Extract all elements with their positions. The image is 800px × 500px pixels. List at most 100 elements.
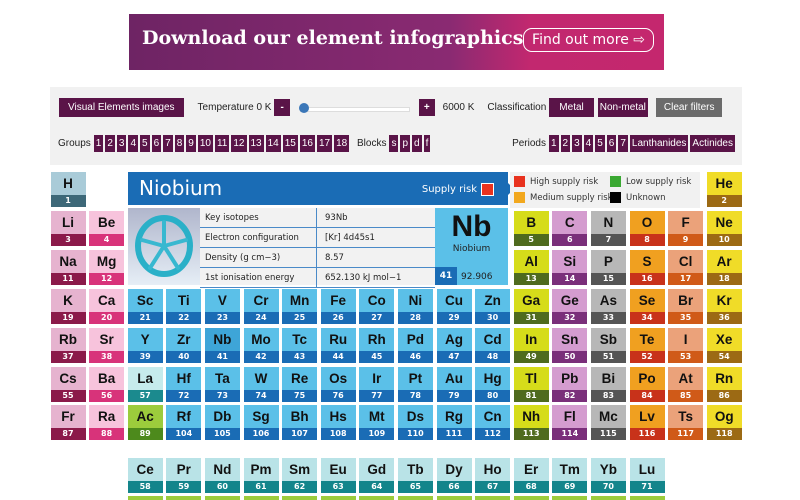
element-cell-xe[interactable]: Xe 54: [706, 327, 742, 363]
element-cell-ce[interactable]: Ce 58: [127, 458, 163, 493]
element-cell-mg[interactable]: Mg 12: [89, 249, 125, 285]
element-cell-v[interactable]: V 23: [204, 288, 240, 324]
period-filter-button[interactable]: 1: [548, 135, 559, 152]
element-cell-tl[interactable]: Tl 81: [513, 366, 549, 402]
element-cell-ni[interactable]: Ni 28: [397, 288, 433, 324]
actinide-cell[interactable]: [166, 496, 202, 500]
element-cell-gd[interactable]: Gd 64: [359, 458, 395, 493]
element-cell-nd[interactable]: Nd 60: [204, 458, 240, 493]
element-cell-f[interactable]: F9: [668, 210, 704, 246]
block-filter-button[interactable]: s: [389, 135, 399, 152]
element-cell-yb[interactable]: Yb 70: [590, 458, 626, 493]
group-filter-button[interactable]: 11: [214, 135, 230, 152]
element-cell-zr[interactable]: Zr 40: [166, 327, 202, 363]
element-cell-at[interactable]: At 85: [668, 366, 704, 402]
element-cell-p[interactable]: P 15: [590, 249, 626, 285]
element-cell-ds[interactable]: Ds 110: [397, 405, 433, 441]
element-cell-rn[interactable]: Rn 86: [706, 366, 742, 402]
element-cell-be[interactable]: Be 4: [89, 210, 125, 246]
element-cell-bi[interactable]: Bi 83: [590, 366, 626, 402]
period-filter-button[interactable]: 6: [606, 135, 617, 152]
element-cell-zn[interactable]: Zn 30: [475, 288, 511, 324]
element-cell-cn[interactable]: Cn 112: [475, 405, 511, 441]
element-cell-sb[interactable]: Sb 51: [590, 327, 626, 363]
element-cell-sc[interactable]: Sc 21: [127, 288, 163, 324]
element-cell-co[interactable]: Co 27: [359, 288, 395, 324]
element-cell-lv[interactable]: Lv 116: [629, 405, 665, 441]
element-cell-sn[interactable]: Sn 50: [552, 327, 588, 363]
element-cell-ar[interactable]: Ar 18: [706, 249, 742, 285]
element-cell-mo[interactable]: Mo 42: [243, 327, 279, 363]
find-out-more-button[interactable]: Find out more ⇨: [523, 28, 654, 52]
element-cell-kr[interactable]: Kr 36: [706, 288, 742, 324]
element-cell-li[interactable]: Li 3: [50, 210, 86, 246]
group-filter-button[interactable]: 16: [299, 135, 315, 152]
actinide-cell[interactable]: [397, 496, 433, 500]
element-cell-fe[interactable]: Fe 26: [320, 288, 356, 324]
element-cell-db[interactable]: Db 105: [204, 405, 240, 441]
period-filter-button[interactable]: 2: [560, 135, 571, 152]
element-cell-ca[interactable]: Ca 20: [89, 288, 125, 324]
element-cell-ru[interactable]: Ru 44: [320, 327, 356, 363]
element-cell-pr[interactable]: Pr 59: [166, 458, 202, 493]
period-filter-button[interactable]: Lanthanides: [629, 135, 689, 152]
group-filter-button[interactable]: 2: [105, 135, 115, 152]
element-cell-ir[interactable]: Ir 77: [359, 366, 395, 402]
element-cell-n[interactable]: N7: [590, 210, 626, 246]
element-cell-br[interactable]: Br 35: [668, 288, 704, 324]
element-cell-hs[interactable]: Hs 108: [320, 405, 356, 441]
group-filter-button[interactable]: 6: [151, 135, 162, 152]
element-cell-as[interactable]: As 33: [590, 288, 626, 324]
actinide-cell[interactable]: [552, 496, 588, 500]
element-cell-pt[interactable]: Pt 78: [397, 366, 433, 402]
infographics-banner[interactable]: Download our element infographics Find o…: [129, 14, 664, 70]
actinide-cell[interactable]: [629, 496, 665, 500]
period-filter-button[interactable]: Actinides: [690, 135, 735, 152]
element-cell-se[interactable]: Se 34: [629, 288, 665, 324]
element-cell-bh[interactable]: Bh 107: [282, 405, 318, 441]
group-filter-button[interactable]: 7: [163, 135, 173, 152]
element-cell-tc[interactable]: Tc 43: [282, 327, 318, 363]
actinide-cell[interactable]: [436, 496, 472, 500]
group-filter-button[interactable]: 1: [93, 135, 104, 152]
element-cell-pd[interactable]: Pd 46: [397, 327, 433, 363]
actinide-cell[interactable]: [204, 496, 240, 500]
element-cell-na[interactable]: Na 11: [50, 249, 86, 285]
block-filter-button[interactable]: p: [400, 135, 411, 152]
element-cell-sg[interactable]: Sg 106: [243, 405, 279, 441]
element-cell-tm[interactable]: Tm 69: [552, 458, 588, 493]
element-cell-rf[interactable]: Rf 104: [166, 405, 202, 441]
group-filter-button[interactable]: 9: [186, 135, 196, 152]
element-cell-nb[interactable]: Nb 41: [204, 327, 240, 363]
element-cell-eu[interactable]: Eu 63: [320, 458, 356, 493]
period-filter-button[interactable]: 5: [595, 135, 605, 152]
element-cell-ta[interactable]: Ta 73: [204, 366, 240, 402]
element-cell-er[interactable]: Er 68: [513, 458, 549, 493]
period-filter-button[interactable]: 7: [618, 135, 628, 152]
element-cell-b[interactable]: B5: [513, 210, 549, 246]
slider-handle[interactable]: [298, 102, 309, 113]
actinide-cell[interactable]: [243, 496, 279, 500]
actinide-cell[interactable]: [475, 496, 511, 500]
element-cell-fr[interactable]: Fr 87: [50, 405, 86, 441]
element-cell-tb[interactable]: Tb 65: [397, 458, 433, 493]
element-cell-ag[interactable]: Ag 47: [436, 327, 472, 363]
element-cell-au[interactable]: Au 79: [436, 366, 472, 402]
temperature-plus-button[interactable]: +: [418, 99, 435, 116]
element-cell-pb[interactable]: Pb 82: [552, 366, 588, 402]
block-filter-button[interactable]: d: [412, 135, 422, 152]
actinide-cell[interactable]: [127, 496, 163, 500]
period-filter-button[interactable]: 3: [572, 135, 582, 152]
element-cell-cs[interactable]: Cs 55: [50, 366, 86, 402]
temperature-minus-button[interactable]: -: [274, 99, 290, 116]
element-cell-cl[interactable]: Cl 17: [668, 249, 704, 285]
element-cell-te[interactable]: Te 52: [629, 327, 665, 363]
nonmetal-button[interactable]: Non-metal: [597, 98, 648, 117]
group-filter-button[interactable]: 3: [116, 135, 127, 152]
group-filter-button[interactable]: 15: [282, 135, 298, 152]
element-cell-h[interactable]: H1: [50, 172, 86, 207]
group-filter-button[interactable]: 13: [248, 135, 264, 152]
block-filter-button[interactable]: f: [423, 135, 431, 152]
element-cell-he[interactable]: He 2: [706, 172, 742, 207]
element-cell-hf[interactable]: Hf 72: [166, 366, 202, 402]
